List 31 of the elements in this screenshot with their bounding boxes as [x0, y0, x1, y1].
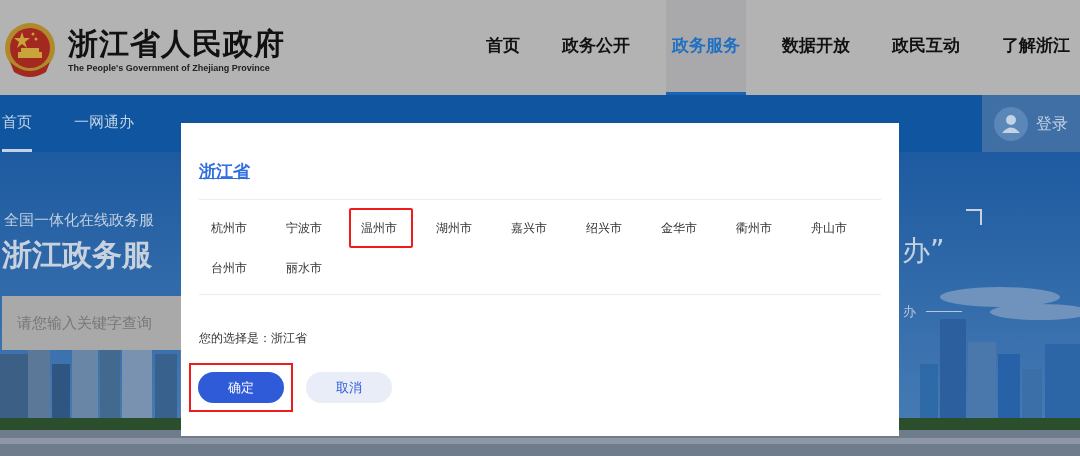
emblem-icon — [2, 21, 58, 78]
nav-tab[interactable]: 数据开放 — [776, 0, 856, 95]
city-option[interactable]: 湖州市 — [424, 208, 488, 248]
site-title: 浙江省人民政府 — [68, 25, 285, 62]
nav-tab[interactable]: 了解浙江 — [996, 0, 1076, 95]
city-option[interactable]: 温州市 — [349, 208, 413, 248]
hero-subslogan: 办 — [903, 303, 916, 321]
hero-kicker: 全国一体化在线政务服 — [4, 210, 154, 231]
login-button[interactable]: 登录 — [982, 95, 1080, 152]
province-link[interactable]: 浙江省 — [199, 159, 250, 185]
cancel-button[interactable]: 取消 — [306, 372, 392, 403]
city-option[interactable]: 舟山市 — [799, 208, 863, 248]
nav-tab[interactable]: 政务公开 — [556, 0, 636, 95]
city-option[interactable]: 衢州市 — [724, 208, 788, 248]
site-subtitle: The People's Government of Zhejiang Province — [68, 61, 271, 74]
nav-tab[interactable]: 首页 — [480, 0, 526, 95]
hero-slogan: 办” — [902, 233, 945, 269]
avatar-icon — [994, 106, 1028, 141]
subnav-tab[interactable]: 一网通办 — [74, 95, 134, 152]
nav-tab[interactable]: 政民互动 — [886, 0, 966, 95]
hero-title: 浙江政务服 — [2, 236, 152, 274]
city-option[interactable]: 嘉兴市 — [499, 208, 563, 248]
city-option[interactable]: 宁波市 — [274, 208, 338, 248]
city-option[interactable]: 台州市 — [199, 248, 263, 288]
city-option[interactable]: 丽水市 — [274, 248, 338, 288]
city-option[interactable]: 金华市 — [649, 208, 713, 248]
frame-corner-icon — [966, 209, 982, 225]
city-option[interactable]: 绍兴市 — [574, 208, 638, 248]
selection-text: 您的选择是：浙江省 — [199, 331, 307, 345]
city-option[interactable]: 杭州市 — [199, 208, 263, 248]
confirm-button[interactable]: 确定 — [198, 372, 284, 403]
